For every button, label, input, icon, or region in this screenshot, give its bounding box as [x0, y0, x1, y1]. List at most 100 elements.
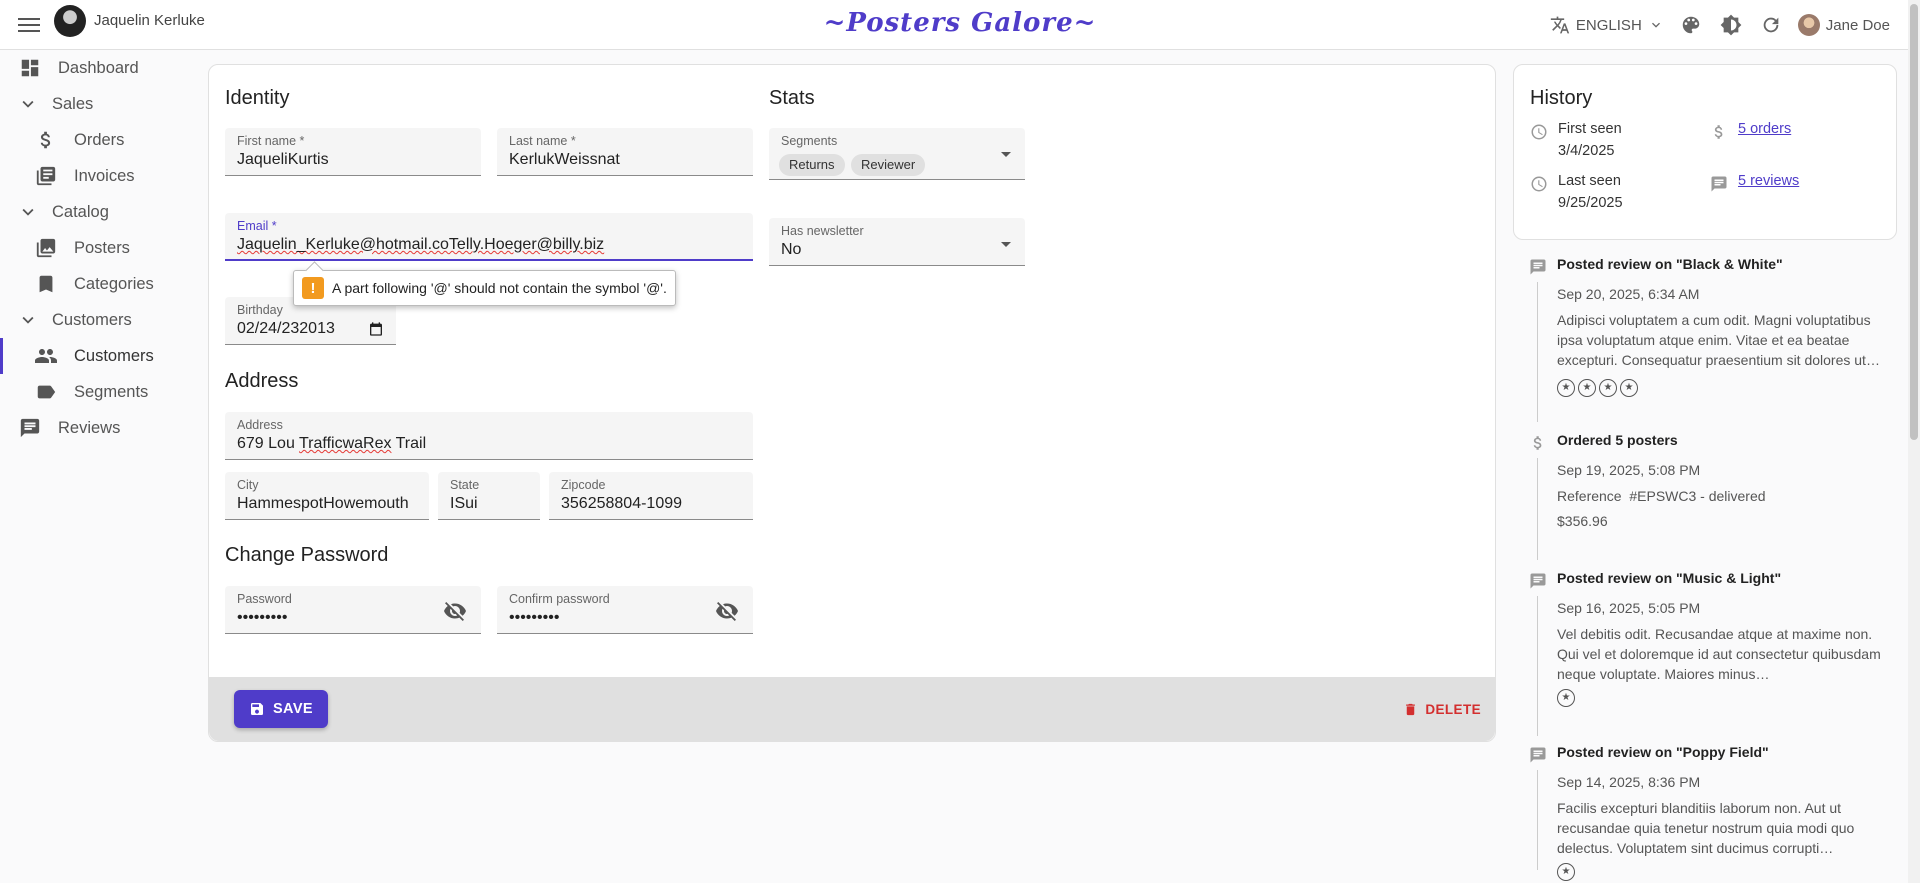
zipcode-field[interactable]: Zipcode 356258804-1099 [549, 472, 753, 520]
email-field[interactable]: Email * Jaquelin_Kerluke@hotmail.coTelly… [225, 213, 753, 261]
warning-icon: ! [302, 277, 324, 299]
order-total: $356.96 [1557, 513, 1608, 529]
trash-icon [1406, 703, 1416, 715]
confirm-password-label: Confirm password [509, 592, 610, 606]
city-value: HammespotHowemouth [237, 495, 409, 512]
timeline-connector [1537, 458, 1538, 560]
event-title: Posted review on "Poppy Field" [1557, 744, 1769, 760]
reviews-link[interactable]: 5 reviews [1738, 173, 1799, 189]
sidebar-item-dashboard[interactable]: Dashboard [0, 50, 200, 86]
segment-chip[interactable]: Reviewer [851, 154, 926, 176]
address-title: Address [225, 370, 299, 392]
history-title: History [1530, 87, 1593, 109]
sidebar-item-label: Categories [74, 274, 154, 293]
dropdown-arrow-icon [1001, 152, 1011, 157]
sidebar-item-customers[interactable]: Customers [0, 338, 200, 374]
dollar-icon [1714, 125, 1723, 139]
sidebar-item-label: Invoices [74, 166, 135, 185]
user-avatar [1797, 14, 1820, 36]
email-validation-tooltip: ! A part following '@' should not contai… [293, 270, 676, 306]
last-name-field[interactable]: Last name * KerlukWeissnat [497, 128, 753, 176]
rating-stars: ★ ★ ★ ★ [1557, 379, 1638, 397]
sidebar-item-categories[interactable]: Categories [0, 266, 200, 302]
star-icon: ★ [1557, 863, 1575, 881]
first-name-field[interactable]: First name * JaqueliKurtis [225, 128, 481, 176]
state-value: ISui [450, 495, 478, 512]
sidebar-item-label: Reviews [58, 418, 121, 437]
sidebar-item-invoices[interactable]: Invoices [0, 158, 200, 194]
password-field[interactable]: Password ••••••••• [225, 586, 481, 634]
first-seen-value: 3/4/2025 [1558, 143, 1615, 159]
page-scrollbar[interactable] [1908, 0, 1920, 883]
people-icon [34, 344, 58, 368]
star-icon: ★ [1599, 379, 1617, 397]
sidebar-item-label: Posters [74, 238, 130, 257]
comment-icon [18, 416, 42, 440]
newsletter-value: No [781, 241, 802, 258]
state-field[interactable]: State ISui [438, 472, 540, 520]
sidebar-item-label: Customers [74, 346, 154, 365]
dollar-icon [1533, 436, 1542, 450]
delete-button[interactable]: DELETE [1403, 696, 1481, 722]
orders-link[interactable]: 5 orders [1738, 121, 1791, 137]
refresh-icon[interactable] [1758, 12, 1784, 38]
app-bar: Jaquelin Kerluke ~Posters Galore~ ENGLIS… [0, 0, 1920, 50]
save-icon [250, 703, 263, 715]
zipcode-label: Zipcode [561, 478, 606, 492]
city-label: City [237, 478, 259, 492]
event-body: Reference #EPSWC3 - delivered $356.96 [1557, 486, 1891, 531]
delete-label: DELETE [1425, 701, 1481, 717]
city-field[interactable]: City HammespotHowemouth [225, 472, 429, 520]
chevron-down-icon [16, 308, 40, 332]
sidebar-group-customers[interactable]: Customers [0, 302, 200, 338]
toolbar: ENGLISH Jane Doe [1550, 0, 1890, 50]
stats-title: Stats [769, 87, 815, 109]
visibility-off-icon[interactable] [715, 599, 739, 623]
user-menu[interactable]: Jane Doe [1797, 14, 1890, 36]
event-date: Sep 20, 2025, 6:34 AM [1557, 286, 1700, 302]
calendar-icon[interactable] [368, 321, 384, 337]
address-value-misspelled: TrafficwaRex [299, 435, 392, 452]
last-seen-label: Last seen [1558, 173, 1621, 189]
sidebar-item-label: Orders [74, 130, 125, 149]
sidebar-item-label: Catalog [52, 202, 109, 221]
menu-icon[interactable] [18, 14, 40, 36]
address-value-part: Trail [391, 435, 427, 452]
zipcode-value: 356258804-1099 [561, 495, 683, 512]
comment-icon [1711, 176, 1727, 192]
invoices-icon [34, 164, 58, 188]
sidebar: Dashboard Sales Orders Invoices Catalog … [0, 50, 200, 446]
palette-icon[interactable] [1678, 12, 1704, 38]
chevron-down-icon [1651, 22, 1660, 28]
newsletter-select[interactable]: Has newsletter No [769, 218, 1025, 266]
dropdown-arrow-icon [1001, 242, 1011, 247]
sidebar-group-catalog[interactable]: Catalog [0, 194, 200, 230]
sidebar-group-sales[interactable]: Sales [0, 86, 200, 122]
address-field[interactable]: Address 679 Lou TrafficwaRex Trail [225, 412, 753, 460]
comment-icon [1530, 747, 1546, 763]
sidebar-item-orders[interactable]: Orders [0, 122, 200, 158]
comment-icon [1530, 573, 1546, 589]
confirm-password-field[interactable]: Confirm password ••••••••• [497, 586, 753, 634]
label-icon [34, 380, 58, 404]
segment-chip[interactable]: Returns [779, 154, 845, 176]
sidebar-item-label: Dashboard [58, 58, 139, 77]
star-icon: ★ [1620, 379, 1638, 397]
sidebar-item-segments[interactable]: Segments [0, 374, 200, 410]
scrollbar-thumb[interactable] [1910, 4, 1918, 440]
dashboard-icon [18, 56, 42, 80]
save-button[interactable]: SAVE [234, 690, 328, 728]
theme-toggle-icon[interactable] [1718, 12, 1744, 38]
event-date: Sep 14, 2025, 8:36 PM [1557, 774, 1701, 790]
sidebar-item-reviews[interactable]: Reviews [0, 410, 200, 446]
language-selector[interactable]: ENGLISH [1550, 15, 1664, 35]
clock-icon [1531, 124, 1547, 140]
segments-select[interactable]: Segments Returns Reviewer [769, 128, 1025, 180]
visibility-off-icon[interactable] [443, 599, 467, 623]
star-icon: ★ [1557, 379, 1575, 397]
event-title: Ordered 5 posters [1557, 432, 1678, 448]
confirm-password-value: ••••••••• [509, 609, 560, 626]
sidebar-item-posters[interactable]: Posters [0, 230, 200, 266]
timeline-connector [1537, 282, 1538, 422]
first-name-value: JaqueliKurtis [237, 151, 329, 168]
